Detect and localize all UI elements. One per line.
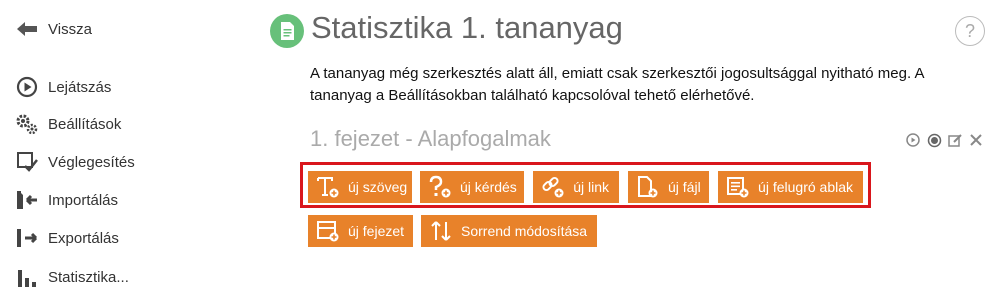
button-label: új link: [573, 179, 609, 195]
help-button[interactable]: ?: [955, 16, 985, 46]
file-add-icon: [636, 174, 660, 200]
sidebar-item-finalize[interactable]: Véglegesítés: [14, 149, 135, 175]
new-question-button[interactable]: új kérdés: [420, 171, 524, 203]
sidebar: Vissza Lejátszás Beállítások Véglegesíté…: [0, 0, 200, 300]
back-link[interactable]: Vissza: [14, 16, 92, 42]
chapter-title: 1. fejezet - Alapfogalmak: [310, 126, 551, 151]
sidebar-item-statistics[interactable]: Statisztika...: [14, 264, 129, 290]
play-circle-icon: [14, 74, 40, 100]
button-label: új fájl: [668, 179, 701, 195]
button-label: új felugró ablak: [758, 179, 853, 195]
popup-add-icon: [726, 174, 750, 200]
finalize-check-icon: [14, 149, 40, 175]
sidebar-item-label: Lejátszás: [48, 78, 112, 96]
sidebar-item-import[interactable]: Importálás: [14, 187, 118, 213]
export-icon: [14, 225, 40, 251]
bar-chart-icon: [14, 264, 40, 290]
gears-icon: [14, 111, 40, 137]
record-icon[interactable]: [926, 132, 942, 148]
new-chapter-button[interactable]: új fejezet: [308, 215, 413, 247]
chapter-add-icon: [316, 218, 340, 244]
arrow-left-icon: [14, 16, 40, 42]
draft-notice: A tananyag még szerkesztés alatt áll, em…: [310, 65, 924, 104]
new-popup-button[interactable]: új felugró ablak: [718, 171, 863, 203]
question-add-icon: [428, 174, 452, 200]
sidebar-item-label: Statisztika...: [48, 268, 129, 286]
sidebar-item-label: Beállítások: [48, 115, 122, 133]
new-text-button[interactable]: új szöveg: [308, 171, 412, 203]
document-icon: [270, 14, 304, 48]
back-label: Vissza: [48, 20, 92, 38]
button-label: új fejezet: [348, 223, 405, 239]
edit-icon[interactable]: [947, 132, 963, 148]
page-title: Statisztika 1. tananyag: [311, 10, 623, 45]
chapter-tools: [905, 132, 984, 148]
button-label: új szöveg: [348, 179, 408, 195]
button-label: új kérdés: [460, 179, 517, 195]
sort-arrows-icon: [429, 218, 453, 244]
sidebar-item-label: Véglegesítés: [48, 153, 135, 171]
play-icon[interactable]: [905, 132, 921, 148]
sidebar-item-export[interactable]: Exportálás: [14, 225, 119, 251]
new-file-button[interactable]: új fájl: [628, 171, 709, 203]
new-link-button[interactable]: új link: [533, 171, 619, 203]
button-label: Sorrend módosítása: [461, 223, 588, 239]
import-icon: [14, 187, 40, 213]
link-add-icon: [541, 174, 565, 200]
sidebar-item-label: Exportálás: [48, 229, 119, 247]
text-add-icon: [316, 174, 340, 200]
close-icon[interactable]: [968, 132, 984, 148]
sidebar-item-play[interactable]: Lejátszás: [14, 74, 111, 100]
reorder-button[interactable]: Sorrend módosítása: [421, 215, 597, 247]
sidebar-item-settings[interactable]: Beállítások: [14, 111, 121, 137]
sidebar-item-label: Importálás: [48, 191, 119, 209]
